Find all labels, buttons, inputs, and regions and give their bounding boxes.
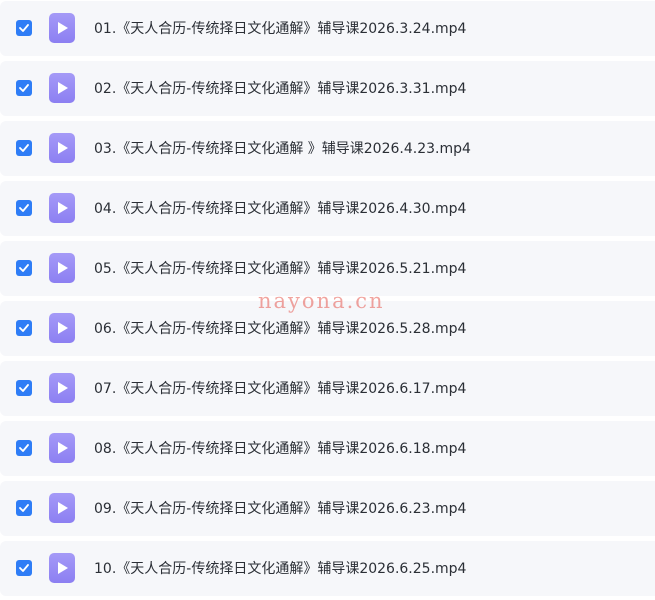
checkbox-checked-icon[interactable]	[16, 500, 32, 516]
file-name[interactable]: 06.《天人合历-传统择日文化通解》辅导课2026.5.28.mp4	[94, 319, 466, 339]
file-name[interactable]: 08.《天人合历-传统择日文化通解》辅导课2026.6.18.mp4	[94, 439, 466, 459]
checkbox-checked-icon[interactable]	[16, 200, 32, 216]
file-row[interactable]: 01.《天人合历-传统择日文化通解》辅导课2026.3.24.mp4	[0, 1, 655, 56]
file-row[interactable]: 07.《天人合历-传统择日文化通解》辅导课2026.6.17.mp4	[0, 361, 655, 416]
video-file-icon	[49, 553, 75, 583]
video-file-icon	[49, 73, 75, 103]
video-file-icon	[49, 193, 75, 223]
file-name[interactable]: 07.《天人合历-传统择日文化通解》辅导课2026.6.17.mp4	[94, 379, 466, 399]
video-file-icon	[49, 13, 75, 43]
file-name[interactable]: 04.《天人合历-传统择日文化通解》辅导课2026.4.30.mp4	[94, 199, 466, 219]
file-name[interactable]: 03.《天人合历-传统择日文化通解 》辅导课2026.4.23.mp4	[94, 139, 471, 159]
checkbox-checked-icon[interactable]	[16, 380, 32, 396]
checkbox-checked-icon[interactable]	[16, 440, 32, 456]
file-name[interactable]: 05.《天人合历-传统择日文化通解》辅导课2026.5.21.mp4	[94, 259, 466, 279]
file-row[interactable]: 02.《天人合历-传统择日文化通解》辅导课2026.3.31.mp4	[0, 61, 655, 116]
video-file-icon	[49, 253, 75, 283]
file-name[interactable]: 10.《天人合历-传统择日文化通解》辅导课2026.6.25.mp4	[94, 559, 466, 579]
file-row[interactable]: 04.《天人合历-传统择日文化通解》辅导课2026.4.30.mp4	[0, 181, 655, 236]
file-row[interactable]: 10.《天人合历-传统择日文化通解》辅导课2026.6.25.mp4	[0, 541, 655, 596]
checkbox-checked-icon[interactable]	[16, 140, 32, 156]
checkbox-checked-icon[interactable]	[16, 560, 32, 576]
video-file-icon	[49, 493, 75, 523]
video-file-icon	[49, 373, 75, 403]
checkbox-checked-icon[interactable]	[16, 260, 32, 276]
file-list: 01.《天人合历-传统择日文化通解》辅导课2026.3.24.mp4 02.《天…	[0, 0, 655, 600]
file-row[interactable]: 03.《天人合历-传统择日文化通解 》辅导课2026.4.23.mp4	[0, 121, 655, 176]
checkbox-checked-icon[interactable]	[16, 320, 32, 336]
video-file-icon	[49, 133, 75, 163]
file-row[interactable]: 05.《天人合历-传统择日文化通解》辅导课2026.5.21.mp4	[0, 241, 655, 296]
file-row[interactable]: 09.《天人合历-传统择日文化通解》辅导课2026.6.23.mp4	[0, 481, 655, 536]
file-name[interactable]: 01.《天人合历-传统择日文化通解》辅导课2026.3.24.mp4	[94, 19, 466, 39]
file-row[interactable]: 08.《天人合历-传统择日文化通解》辅导课2026.6.18.mp4	[0, 421, 655, 476]
video-file-icon	[49, 433, 75, 463]
video-file-icon	[49, 313, 75, 343]
checkbox-checked-icon[interactable]	[16, 20, 32, 36]
file-row[interactable]: 06.《天人合历-传统择日文化通解》辅导课2026.5.28.mp4	[0, 301, 655, 356]
checkbox-checked-icon[interactable]	[16, 80, 32, 96]
file-name[interactable]: 09.《天人合历-传统择日文化通解》辅导课2026.6.23.mp4	[94, 499, 466, 519]
file-name[interactable]: 02.《天人合历-传统择日文化通解》辅导课2026.3.31.mp4	[94, 79, 466, 99]
